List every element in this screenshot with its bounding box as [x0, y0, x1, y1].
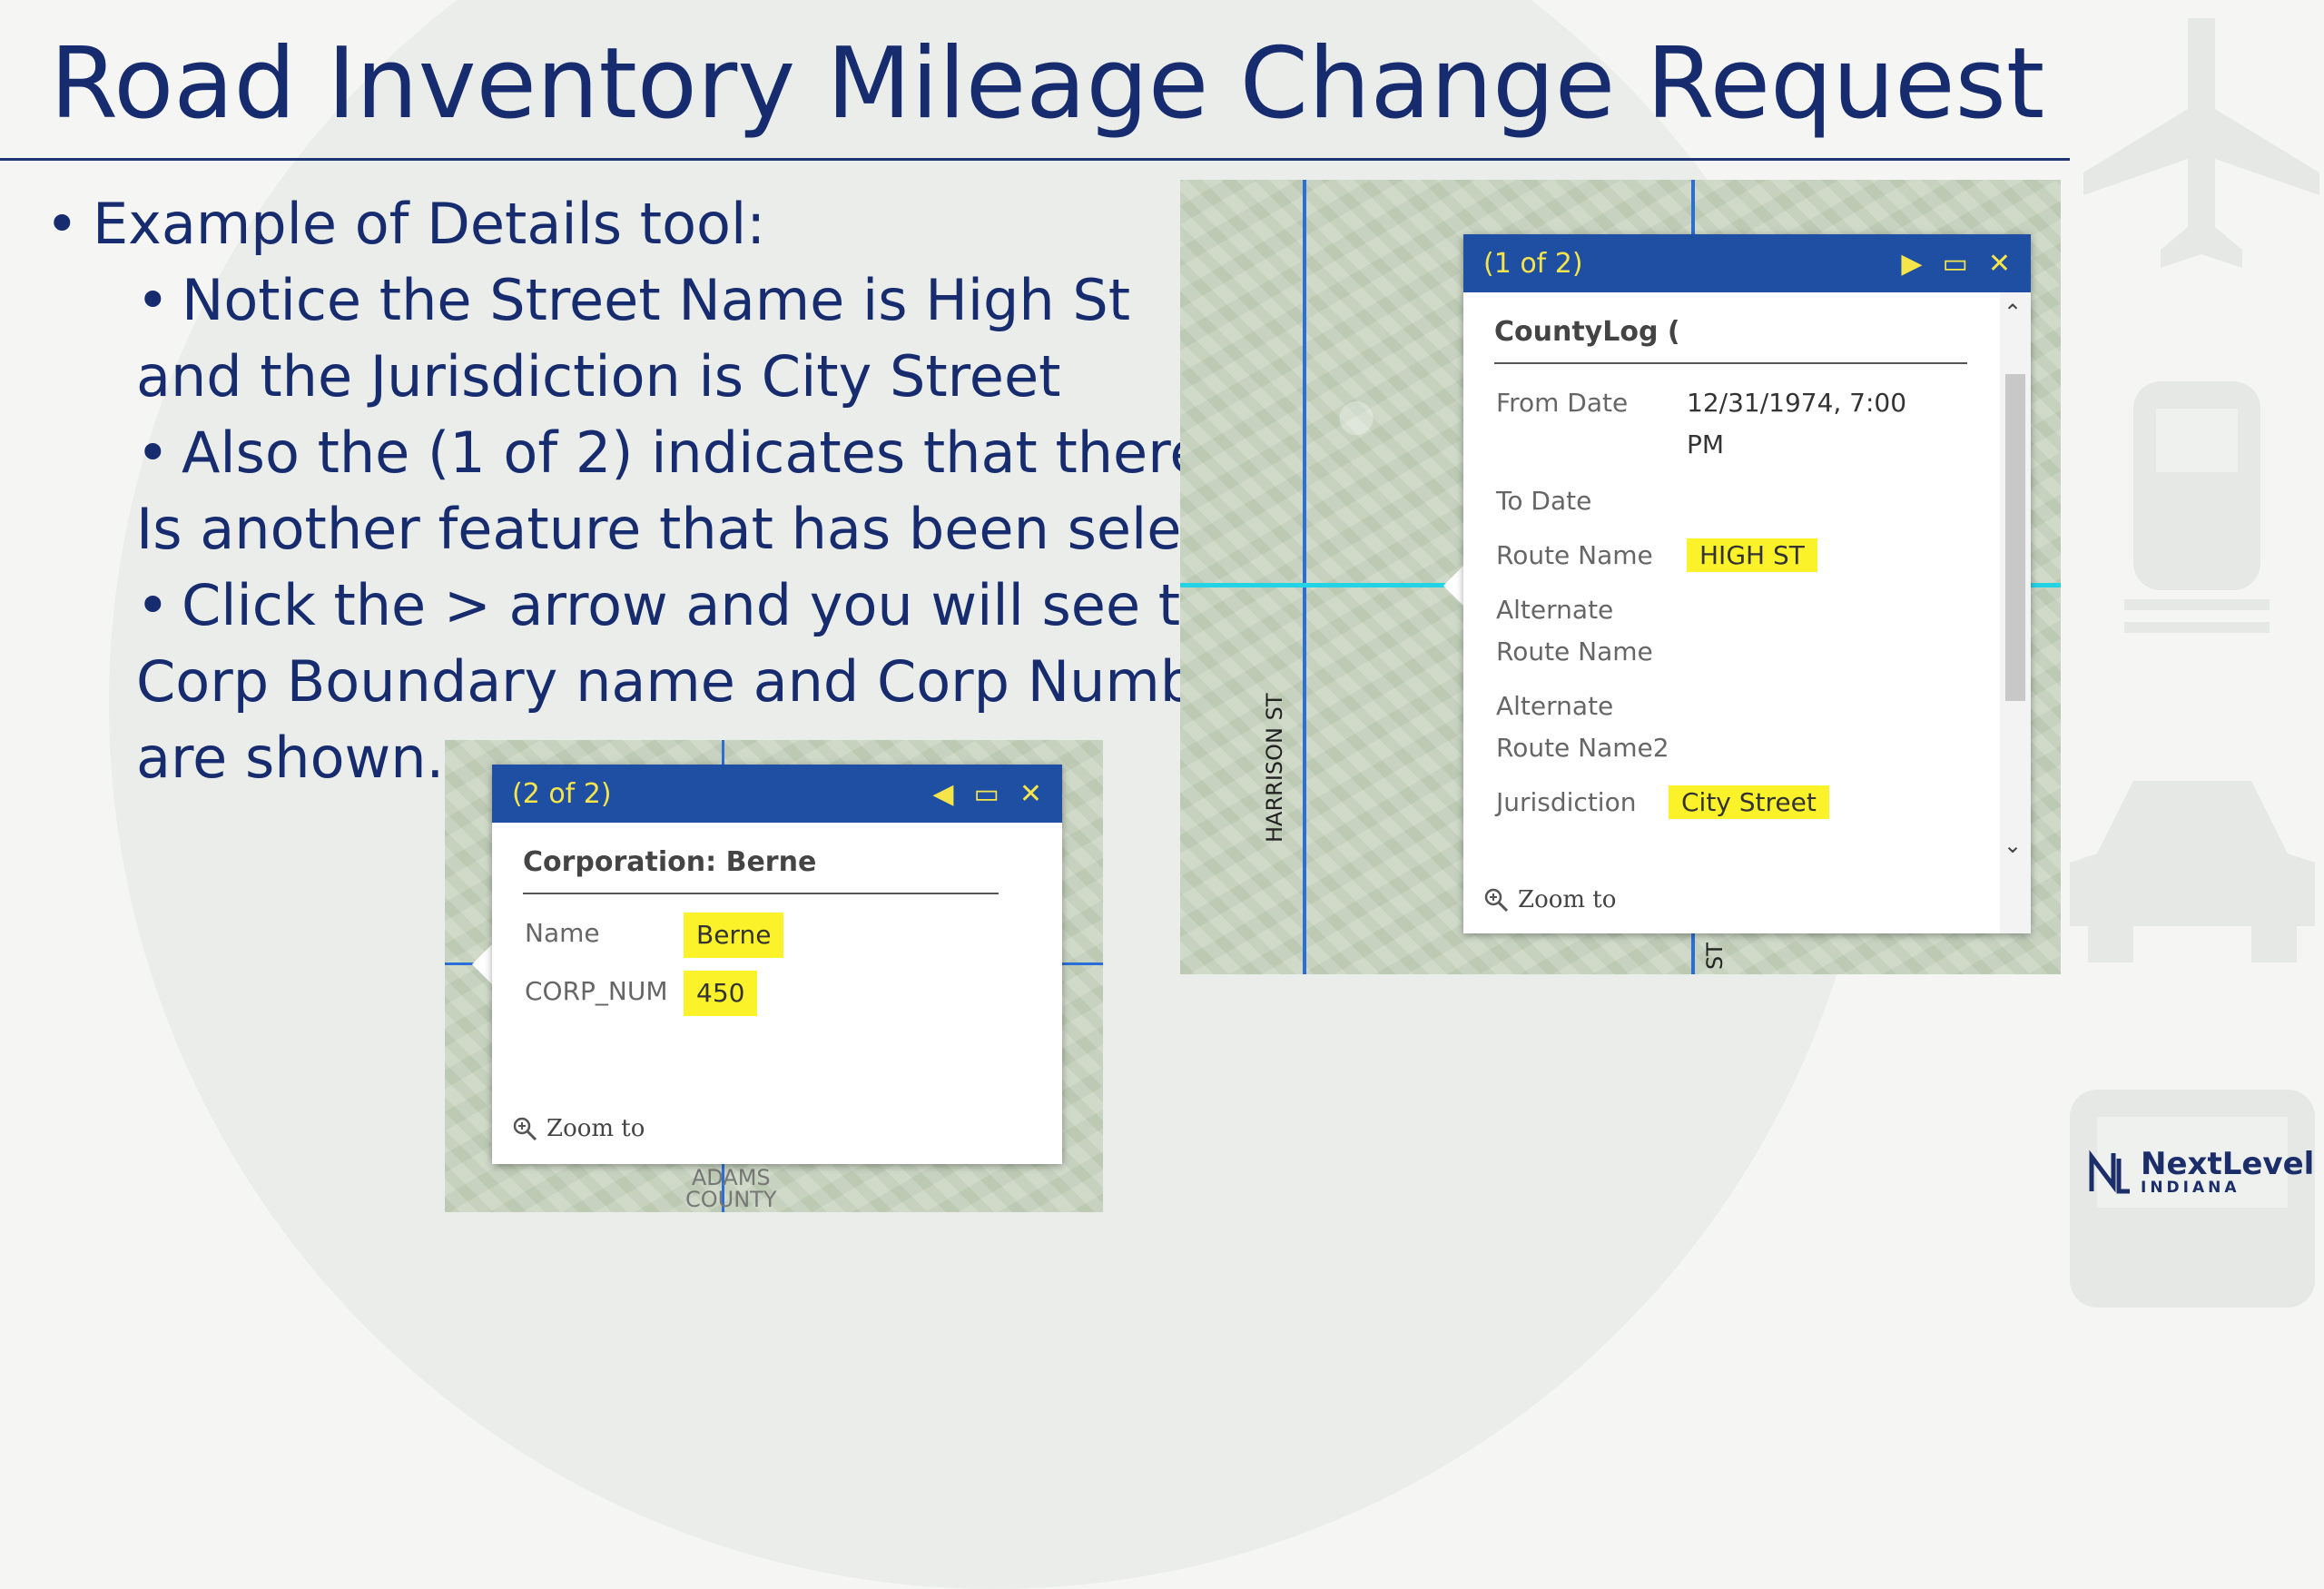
- scroll-down-icon[interactable]: ⌄: [2004, 833, 2022, 858]
- popup-title: CountyLog (: [1494, 316, 1680, 348]
- popup-counter: (2 of 2): [512, 777, 612, 810]
- slide-title: Road Inventory Mileage Change Request: [50, 27, 2045, 141]
- field-value: Berne: [684, 913, 784, 958]
- field-row-from-date: From Date 12/31/1974, 7:00: [1463, 382, 2031, 424]
- map-screenshot-corporation: ADAMS COUNTY (2 of 2) ◀ ▭ ✕ Corporation:…: [445, 740, 1103, 1212]
- field-label: CORP_NUM: [525, 976, 668, 1006]
- sub-bullet-3-text: Click the > arrow and you will see that: [182, 572, 1273, 638]
- field-row-route-name: Route Name HIGH ST: [1463, 535, 2031, 577]
- sub-bullet-2: • Also the (1 of 2) indicates that there: [136, 419, 1205, 486]
- sub-bullet-1-text: Notice the Street Name is High St: [182, 267, 1131, 333]
- details-popup-countylog: (1 of 2) ▶ ▭ ✕ ⌃ ⌄ CountyLog ( From Date…: [1463, 234, 2031, 933]
- previous-arrow-icon[interactable]: ◀: [932, 778, 953, 810]
- field-label: Alternate: [1496, 691, 1614, 721]
- field-row-to-date: To Date: [1463, 480, 2031, 522]
- next-arrow-icon[interactable]: ▶: [1901, 248, 1922, 280]
- field-row-alt-route: Alternate: [1463, 589, 2031, 631]
- map-screenshot-countylog: HARRISON ST ST (1 of 2) ▶ ▭ ✕ ⌃ ⌄ County…: [1180, 180, 2061, 974]
- field-row-alt-route2: Alternate: [1463, 686, 2031, 727]
- zoom-to-link[interactable]: Zoom to: [1483, 886, 1616, 913]
- field-label: Route Name: [1496, 637, 1653, 666]
- field-value: PM: [1687, 429, 1725, 459]
- close-icon[interactable]: ✕: [1988, 248, 2011, 280]
- maximize-icon[interactable]: ▭: [1943, 248, 1968, 280]
- car-icon: [2070, 781, 2315, 962]
- maximize-icon[interactable]: ▭: [974, 778, 1000, 810]
- field-label: Route Name2: [1496, 733, 1669, 763]
- zoom-to-label: Zoom to: [1518, 886, 1617, 913]
- route-line-vertical-1: [1303, 180, 1306, 974]
- county-label-line1: ADAMS: [691, 1165, 771, 1190]
- zoom-to-link[interactable]: Zoom to: [512, 1115, 645, 1142]
- popup-pointer: [1443, 566, 1463, 606]
- popup-header: (1 of 2) ▶ ▭ ✕: [1463, 234, 2031, 292]
- popup-header: (2 of 2) ◀ ▭ ✕: [492, 765, 1062, 823]
- field-label: To Date: [1496, 486, 1592, 516]
- field-label: Route Name: [1496, 540, 1653, 570]
- field-value: HIGH ST: [1687, 538, 1817, 572]
- field-label: Name: [525, 918, 600, 948]
- train-icon: [2124, 381, 2270, 633]
- bullet-list: • Example of Details tool: • Notice the St…: [45, 186, 1305, 796]
- field-label: Alternate: [1496, 595, 1614, 625]
- field-row-jurisdiction: Jurisdiction City Street: [1463, 782, 2031, 824]
- sub-bullet-2-cont: Is another feature that has been selecte…: [136, 496, 1305, 562]
- harrison-st-label: HARRISON ST: [1262, 693, 1287, 844]
- logo-line1: NextLevel: [2141, 1146, 2315, 1182]
- field-label: Jurisdiction: [1496, 787, 1637, 817]
- county-label-line2: COUNTY: [685, 1187, 777, 1212]
- field-value: City Street: [1669, 785, 1829, 819]
- popup-counter: (1 of 2): [1483, 247, 1583, 280]
- sub-bullet-1-cont: and the Jurisdiction is City Street: [136, 343, 1061, 410]
- popup-scrollbar[interactable]: ⌃ ⌄: [2000, 292, 2031, 933]
- field-row-alt-route2-cont: Route Name2: [1463, 727, 2031, 769]
- field-row-alt-route-cont: Route Name: [1463, 631, 2031, 673]
- field-row-from-date-cont: PM: [1463, 424, 2031, 466]
- bullet-main-text: Example of Details tool:: [93, 191, 766, 257]
- title-divider: [0, 158, 2070, 161]
- zoom-to-label: Zoom to: [547, 1115, 645, 1142]
- popup-title: Corporation: Berne: [523, 846, 817, 878]
- airplane-icon: [2083, 18, 2319, 268]
- st-label: ST: [1702, 943, 1728, 970]
- zoom-magnifier-icon: [1484, 888, 1509, 913]
- zoom-magnifier-icon: [513, 1117, 537, 1141]
- scroll-up-icon[interactable]: ⌃: [2004, 300, 2022, 325]
- sub-bullet-3: • Click the > arrow and you will see that: [136, 572, 1273, 638]
- nextlevel-n-logo-icon: [2089, 1150, 2130, 1194]
- field-value: 12/31/1974, 7:00: [1687, 388, 1907, 418]
- bullet-main: • Example of Details tool:: [45, 186, 1305, 262]
- field-row-name: Name Berne: [492, 913, 1062, 958]
- sub-bullet-1: • Notice the Street Name is High St: [136, 267, 1131, 333]
- field-row-corp-num: CORP_NUM 450: [492, 971, 1062, 1016]
- popup-pointer: [472, 944, 492, 984]
- field-label: [1496, 424, 1687, 466]
- scrollbar-thumb[interactable]: [2005, 374, 2025, 701]
- field-value: 450: [684, 971, 758, 1016]
- sub-bullet-2-text: Also the (1 of 2) indicates that there: [182, 419, 1205, 486]
- sub-bullet-3-cont: Corp Boundary name and Corp Number: [136, 648, 1254, 715]
- nextlevel-indiana-logo: NextLevel INDIANA: [2088, 1149, 2314, 1196]
- close-icon[interactable]: ✕: [1019, 778, 1042, 810]
- field-label: From Date: [1496, 388, 1629, 418]
- details-popup-corporation: (2 of 2) ◀ ▭ ✕ Corporation: Berne Name B…: [492, 765, 1062, 1164]
- county-label: ADAMS COUNTY: [685, 1167, 777, 1210]
